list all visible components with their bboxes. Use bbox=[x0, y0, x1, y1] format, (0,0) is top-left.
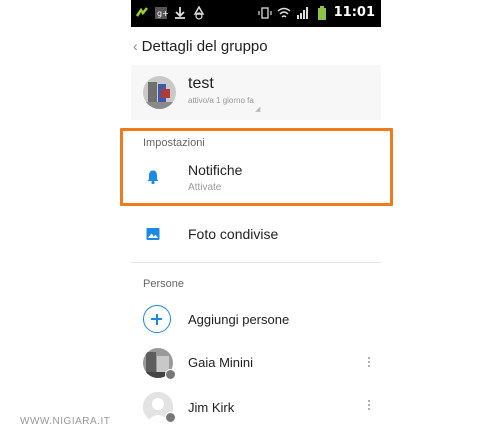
back-icon[interactable]: ‹ bbox=[133, 38, 138, 54]
svg-text:g+: g+ bbox=[157, 9, 168, 18]
recycle-icon bbox=[192, 6, 206, 20]
group-name: test bbox=[188, 75, 214, 92]
add-people-label: Aggiungi persone bbox=[188, 312, 290, 327]
messenger-badge-icon bbox=[165, 369, 176, 380]
status-bar: g+ 11:01 bbox=[131, 0, 381, 27]
app-notification-icon bbox=[135, 6, 149, 20]
member-row[interactable]: Gaia Minini bbox=[131, 345, 381, 383]
add-person-icon bbox=[143, 305, 171, 333]
app-header: ‹ Dettagli del gruppo bbox=[131, 27, 381, 65]
page-title: Dettagli del gruppo bbox=[141, 37, 268, 55]
highlight-frame bbox=[120, 128, 393, 206]
member-name: Gaia Minini bbox=[188, 355, 254, 370]
group-last-active: attivo/a 1 giorno fa bbox=[188, 96, 254, 105]
shared-photos-row[interactable]: Foto condivise bbox=[131, 210, 381, 256]
download-icon bbox=[173, 6, 187, 20]
watermark: WWW.NIGIARA.IT bbox=[20, 416, 111, 427]
clock: 11:01 bbox=[333, 5, 375, 20]
signal-icon bbox=[296, 6, 310, 20]
member-name: Jim Kirk bbox=[188, 400, 235, 415]
corner-triangle-icon: ◢ bbox=[255, 106, 261, 113]
more-options-icon[interactable] bbox=[368, 400, 371, 412]
phone-screen: g+ 11:01 ‹ Dettagli del gruppo test atti… bbox=[131, 0, 381, 440]
shared-photos-title: Foto condivise bbox=[188, 226, 279, 242]
image-icon bbox=[145, 226, 161, 242]
battery-icon bbox=[315, 5, 329, 20]
member-row[interactable]: Jim Kirk bbox=[131, 390, 381, 426]
section-divider bbox=[131, 262, 381, 263]
google-plus-icon: g+ bbox=[154, 6, 168, 20]
group-avatar bbox=[143, 76, 176, 109]
group-info-card[interactable]: test attivo/a 1 giorno fa ◢ bbox=[131, 65, 381, 120]
more-options-icon[interactable] bbox=[368, 357, 371, 369]
wifi-icon bbox=[277, 6, 291, 20]
messenger-badge-icon bbox=[165, 412, 176, 423]
vibrate-icon bbox=[258, 6, 272, 20]
add-people-row[interactable]: Aggiungi persone bbox=[131, 300, 381, 340]
people-section-label: Persone bbox=[143, 278, 184, 290]
